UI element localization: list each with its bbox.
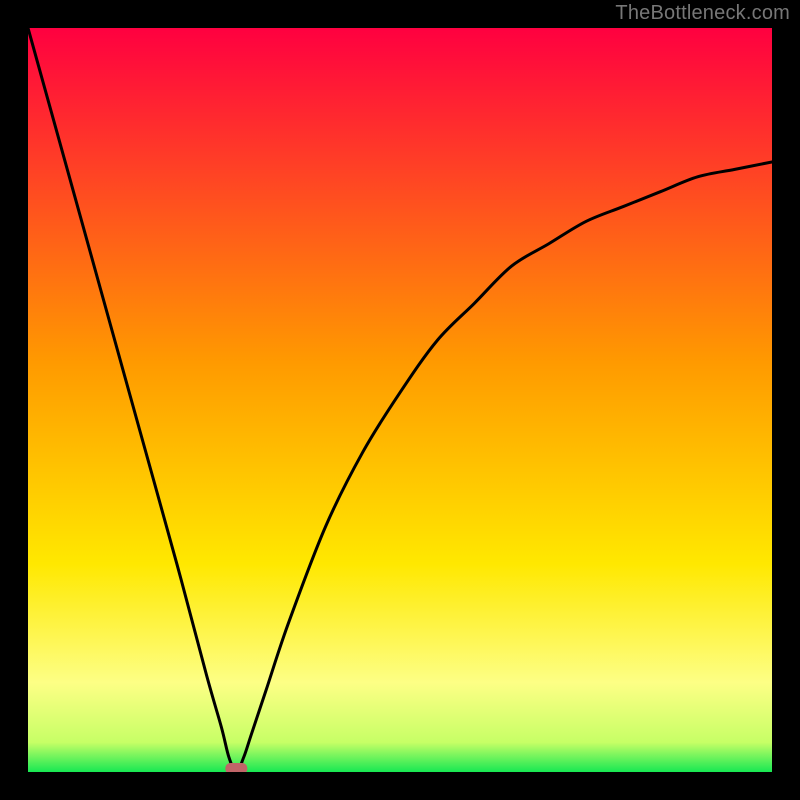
chart-container: TheBottleneck.com (0, 0, 800, 800)
chart-svg (28, 28, 772, 772)
watermark-text: TheBottleneck.com (615, 2, 790, 25)
minimum-marker (225, 763, 247, 772)
gradient-background (28, 28, 772, 772)
plot-area (28, 28, 772, 772)
